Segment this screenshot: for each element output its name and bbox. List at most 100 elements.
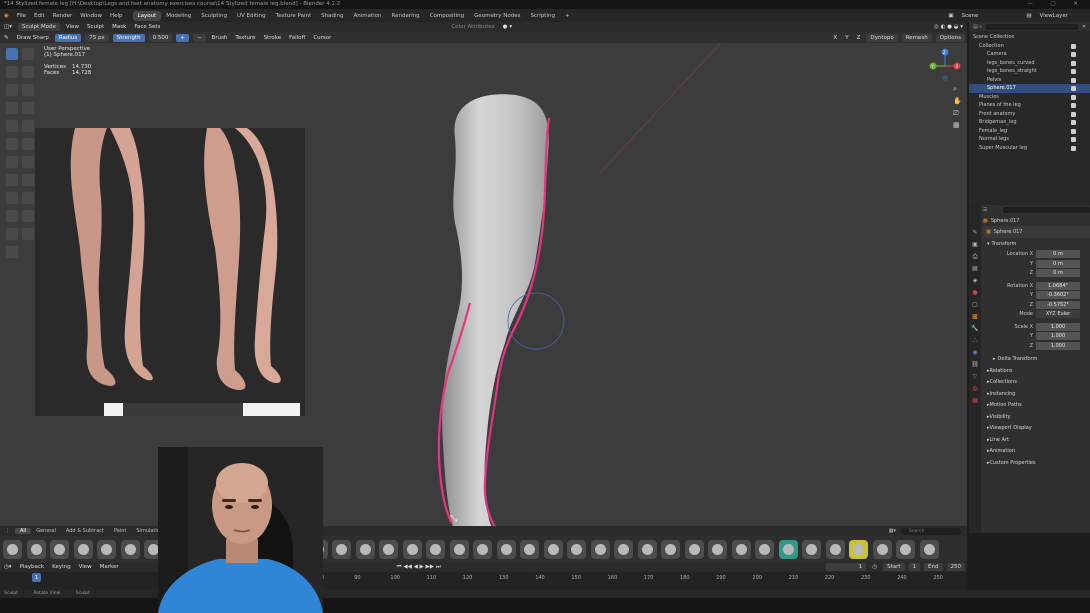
scrape-tool-icon[interactable] xyxy=(22,138,34,150)
strength-label[interactable]: Strength xyxy=(112,33,145,42)
brush-thumbnail[interactable] xyxy=(872,540,892,559)
asset-search-input[interactable]: Search xyxy=(901,527,961,535)
brush-thumbnail[interactable] xyxy=(802,540,821,559)
brush-thumbnail[interactable] xyxy=(919,540,939,559)
keying-menu[interactable]: Keying xyxy=(48,564,74,570)
brush-thumbnail[interactable] xyxy=(449,540,469,559)
visibility-checkbox[interactable] xyxy=(1071,120,1076,125)
visibility-checkbox[interactable] xyxy=(1071,86,1076,91)
remesh-menu[interactable]: Remesh xyxy=(901,33,932,42)
visibility-checkbox[interactable] xyxy=(1071,69,1076,74)
outliner-filter-icon[interactable]: ▤ ⌕ xyxy=(973,24,982,30)
brush-name[interactable]: Draw Sharp xyxy=(13,35,53,41)
texture-tab-icon[interactable]: ▦ xyxy=(969,395,981,407)
mask-tool-icon[interactable] xyxy=(6,192,18,204)
view-layer-tab-icon[interactable]: ▤ xyxy=(969,263,981,275)
falloff-menu[interactable]: Falloff xyxy=(285,35,309,41)
workspace-tab-shading[interactable]: Shading xyxy=(316,11,348,21)
location-y-field[interactable]: 0 m xyxy=(1036,259,1080,268)
brush-thumbnail[interactable] xyxy=(543,540,563,559)
navigation-gizmo[interactable]: Z X Y xyxy=(927,46,963,86)
brush-thumbnail[interactable] xyxy=(778,540,798,559)
workspace-tab-texture-paint[interactable]: Texture Paint xyxy=(271,11,317,21)
scale-x-field[interactable]: 1.000 xyxy=(1036,322,1080,331)
outliner-item[interactable]: Front anatomy xyxy=(969,110,1090,119)
world-tab-icon[interactable]: ● xyxy=(969,287,981,299)
clay-tool-icon[interactable] xyxy=(6,66,18,78)
menu-window[interactable]: Window xyxy=(76,13,106,19)
outliner-item[interactable]: Muscles xyxy=(969,93,1090,102)
visibility-checkbox[interactable] xyxy=(1071,60,1076,66)
location-z-field[interactable]: 0 m xyxy=(1036,269,1080,278)
snake-hook-tool-icon[interactable] xyxy=(6,174,18,186)
texture-menu[interactable]: Texture xyxy=(231,35,259,41)
view-layer-selector[interactable]: ViewLayer xyxy=(1036,13,1072,19)
draw-sharp-tool-icon[interactable] xyxy=(22,48,34,60)
mode-selector[interactable]: Sculpt Mode xyxy=(17,23,60,31)
collection-tab-icon[interactable]: ▢ xyxy=(969,299,981,311)
outliner-item[interactable]: legs_bones_straight xyxy=(969,67,1090,76)
annotate-tool-icon[interactable] xyxy=(6,246,18,258)
strength-value[interactable]: 0.500 xyxy=(148,33,173,42)
direction-add-button[interactable]: + xyxy=(176,33,189,42)
draw-brush-tool-icon[interactable] xyxy=(6,48,18,60)
asset-tab-add-subtract[interactable]: Add & Subtract xyxy=(61,528,109,534)
workspace-tab-uv-editing[interactable]: UV Editing xyxy=(232,11,271,21)
marker-menu[interactable]: Marker xyxy=(96,564,123,570)
menu-face-sets[interactable]: Face Sets xyxy=(130,24,164,30)
rotate-tool-icon[interactable] xyxy=(22,210,34,222)
editor-type-icon[interactable]: ◫▾ xyxy=(0,24,16,30)
workspace-tab-compositing[interactable]: Compositing xyxy=(425,11,469,21)
workspace-tab-rendering[interactable]: Rendering xyxy=(387,11,425,21)
menu-file[interactable]: File xyxy=(13,13,30,19)
menu-render[interactable]: Render xyxy=(49,13,77,19)
end-frame-field[interactable]: 250 xyxy=(946,563,965,571)
location-x-field[interactable]: 0 m xyxy=(1036,250,1080,259)
brush-thumbnail[interactable] xyxy=(473,540,492,559)
playback-menu[interactable]: Playback xyxy=(16,564,49,570)
visibility-checkbox[interactable] xyxy=(1071,111,1076,117)
direction-subtract-button[interactable]: − xyxy=(192,33,206,42)
brush-menu[interactable]: Brush xyxy=(208,35,232,41)
visibility-checkbox[interactable] xyxy=(1071,145,1076,151)
brush-thumbnail[interactable] xyxy=(684,540,704,559)
inflate-tool-icon[interactable] xyxy=(22,84,34,96)
brush-thumbnail[interactable] xyxy=(708,540,727,559)
symmetry-z[interactable]: Z xyxy=(853,35,865,41)
outliner-item[interactable]: Scene Collection xyxy=(969,33,1090,42)
menu-mask[interactable]: Mask xyxy=(108,24,130,30)
properties-section-custom-properties[interactable]: ▸ Custom Properties xyxy=(983,457,1090,469)
properties-section-visibility[interactable]: ▸ Visibility xyxy=(983,411,1090,423)
properties-section-animation[interactable]: ▸ Animation xyxy=(983,446,1090,458)
clock-icon[interactable]: ◷ xyxy=(868,564,881,570)
playback-controls[interactable]: ⏮ ◀◀ ◀ ▶ ▶▶ ⏭ xyxy=(393,564,445,571)
brush-thumbnail[interactable] xyxy=(379,540,398,559)
reference-image-panel[interactable] xyxy=(35,128,305,416)
asset-shelf-grid-icon[interactable]: ▦▾ xyxy=(884,528,901,534)
properties-section-collections[interactable]: ▸ Collections xyxy=(983,377,1090,389)
smooth-tool-icon[interactable] xyxy=(6,120,18,132)
move-tool-icon[interactable] xyxy=(6,210,18,222)
menu-view[interactable]: View xyxy=(62,24,83,30)
visibility-checkbox[interactable] xyxy=(1071,94,1076,100)
outliner-funnel-icon[interactable]: ⏷ xyxy=(1082,24,1090,30)
workspace-tab-animation[interactable]: Animation xyxy=(348,11,386,21)
brush-thumbnail[interactable] xyxy=(97,540,116,559)
brush-thumbnail[interactable] xyxy=(567,540,586,559)
add-workspace-button[interactable]: + xyxy=(560,11,575,21)
outliner-item[interactable]: Bridgeman_leg xyxy=(969,118,1090,127)
render-tab-icon[interactable]: ▣ xyxy=(969,239,981,251)
scale-y-field[interactable]: 1.000 xyxy=(1036,332,1080,341)
grid-view-icon[interactable]: ▦ xyxy=(953,121,963,133)
brush-thumbnail[interactable] xyxy=(661,540,680,559)
workspace-tab-modeling[interactable]: Modeling xyxy=(161,11,196,21)
physics-tab-icon[interactable]: ◉ xyxy=(969,347,981,359)
scale-z-field[interactable]: 1.000 xyxy=(1036,341,1080,350)
pinch-tool-icon[interactable] xyxy=(6,156,18,168)
tool-tab-icon[interactable]: ✎ xyxy=(969,227,981,239)
radius-value[interactable]: 75 px xyxy=(85,33,109,42)
constraints-tab-icon[interactable]: ⛓ xyxy=(969,359,981,371)
rotation-z-field[interactable]: -0.5752° xyxy=(1036,300,1080,309)
scene-selector[interactable]: Scene xyxy=(958,13,983,19)
zoom-icon[interactable]: ⌕ xyxy=(953,85,963,97)
